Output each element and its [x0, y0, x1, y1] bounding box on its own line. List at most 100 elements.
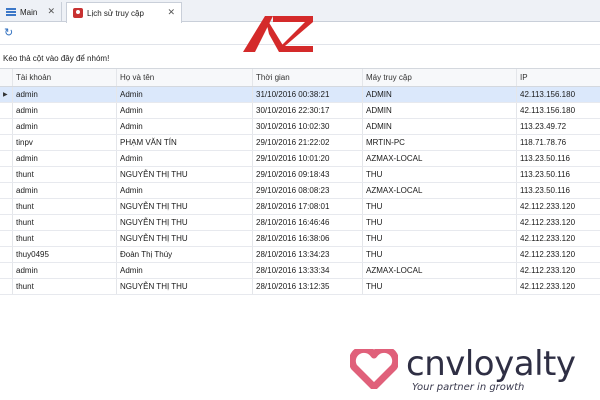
- cell-fullname: NGUYỄN THỊ THU: [116, 231, 252, 246]
- tab-main[interactable]: Main ✕: [0, 2, 62, 22]
- cell-fullname: Admin: [116, 263, 252, 278]
- cnvloyalty-logo: cnvloyalty Your partner in growth: [350, 345, 595, 395]
- cell-fullname: NGUYỄN THỊ THU: [116, 279, 252, 294]
- cell-account: admin: [12, 183, 116, 198]
- tab-main-label: Main: [20, 7, 38, 17]
- table-header: Tài khoản Họ và tên Thời gian Máy truy c…: [0, 69, 600, 87]
- az-logo: [243, 16, 313, 52]
- row-indicator: [0, 279, 12, 294]
- cell-machine: AZMAX-LOCAL: [362, 151, 516, 166]
- cell-account: admin: [12, 263, 116, 278]
- close-icon[interactable]: ✕: [167, 7, 175, 18]
- row-indicator: [0, 135, 12, 150]
- cell-fullname: Admin: [116, 87, 252, 102]
- cell-time: 30/10/2016 22:30:17: [252, 103, 362, 118]
- cell-account: thunt: [12, 279, 116, 294]
- heart-icon: [350, 349, 398, 389]
- row-indicator: [0, 199, 12, 214]
- access-history-table: Tài khoản Họ và tên Thời gian Máy truy c…: [0, 68, 600, 295]
- refresh-icon[interactable]: ↻: [4, 27, 16, 39]
- tab-access-history[interactable]: Lịch sử truy cập ✕: [66, 2, 182, 23]
- cell-machine: AZMAX-LOCAL: [362, 263, 516, 278]
- cell-ip: 113.23.50.116: [516, 183, 600, 198]
- table-row[interactable]: thunt NGUYỄN THỊ THU 28/10/2016 16:38:06 TH…: [0, 231, 600, 247]
- cell-time: 29/10/2016 10:01:20: [252, 151, 362, 166]
- cell-time: 28/10/2016 17:08:01: [252, 199, 362, 214]
- table-row[interactable]: admin Admin 30/10/2016 22:30:17 ADMIN 42.113…: [0, 103, 600, 119]
- cell-ip: 42.112.233.120: [516, 231, 600, 246]
- tab-access-history-label: Lịch sử truy cập: [87, 8, 144, 18]
- table-row[interactable]: thunt NGUYỄN THỊ THU 28/10/2016 13:12:35 TH…: [0, 279, 600, 295]
- cell-fullname: Admin: [116, 151, 252, 166]
- cell-ip: 42.112.233.120: [516, 247, 600, 262]
- cell-machine: THU: [362, 199, 516, 214]
- table-row[interactable]: thunt NGUYỄN THỊ THU 29/10/2016 09:18:43 TH…: [0, 167, 600, 183]
- cell-ip: 113.23.50.116: [516, 151, 600, 166]
- cell-fullname: Admin: [116, 103, 252, 118]
- cell-ip: 42.112.233.120: [516, 215, 600, 230]
- cell-machine: THU: [362, 231, 516, 246]
- close-icon[interactable]: ✕: [47, 6, 55, 17]
- table-row[interactable]: thuy0495 Đoàn Thị Thúy 28/10/2016 13:34:23…: [0, 247, 600, 263]
- cell-machine: THU: [362, 215, 516, 230]
- cell-time: 30/10/2016 10:02:30: [252, 119, 362, 134]
- cell-account: tinpv: [12, 135, 116, 150]
- table-row[interactable]: admin Admin 30/10/2016 10:02:30 ADMIN 113.23…: [0, 119, 600, 135]
- cell-ip: 42.112.233.120: [516, 279, 600, 294]
- row-indicator: [0, 247, 12, 262]
- row-indicator: [0, 167, 12, 182]
- group-by-hint: Kéo thả cột vào đây để nhóm!: [3, 54, 110, 63]
- cell-ip: 42.112.233.120: [516, 199, 600, 214]
- row-indicator: [0, 103, 12, 118]
- cell-machine: ADMIN: [362, 87, 516, 102]
- list-icon: [6, 7, 16, 17]
- row-indicator: [0, 119, 12, 134]
- row-indicator: [0, 215, 12, 230]
- cell-machine: ADMIN: [362, 103, 516, 118]
- cell-account: admin: [12, 151, 116, 166]
- cell-machine: THU: [362, 167, 516, 182]
- cell-account: thunt: [12, 199, 116, 214]
- cell-time: 29/10/2016 08:08:23: [252, 183, 362, 198]
- column-header-time[interactable]: Thời gian: [252, 69, 362, 86]
- table-body: ▶ admin Admin 31/10/2016 00:38:21 ADMIN 42.11…: [0, 87, 600, 295]
- table-row[interactable]: admin Admin 29/10/2016 10:01:20 AZMAX-LOCAL…: [0, 151, 600, 167]
- row-indicator: [0, 183, 12, 198]
- cell-ip: 42.112.233.120: [516, 263, 600, 278]
- table-row[interactable]: thunt NGUYỄN THỊ THU 28/10/2016 16:46:46 TH…: [0, 215, 600, 231]
- table-row[interactable]: thunt NGUYỄN THỊ THU 28/10/2016 17:08:01 TH…: [0, 199, 600, 215]
- cell-ip: 113.23.50.116: [516, 167, 600, 182]
- table-row[interactable]: admin Admin 29/10/2016 08:08:23 AZMAX-LOCAL…: [0, 183, 600, 199]
- cell-account: thuy0495: [12, 247, 116, 262]
- cell-fullname: NGUYỄN THỊ THU: [116, 215, 252, 230]
- table-row[interactable]: ▶ admin Admin 31/10/2016 00:38:21 ADMIN 42.11…: [0, 87, 600, 103]
- cell-fullname: Admin: [116, 119, 252, 134]
- cell-ip: 113.23.49.72: [516, 119, 600, 134]
- cell-time: 28/10/2016 16:38:06: [252, 231, 362, 246]
- cell-machine: AZMAX-LOCAL: [362, 183, 516, 198]
- table-row[interactable]: tinpv PHẠM VĂN TÍN 29/10/2016 21:22:02 MRTI…: [0, 135, 600, 151]
- column-header-ip[interactable]: IP: [516, 69, 600, 86]
- row-indicator: ▶: [3, 92, 8, 98]
- cell-time: 29/10/2016 09:18:43: [252, 167, 362, 182]
- cell-fullname: PHẠM VĂN TÍN: [116, 135, 252, 150]
- row-indicator: [0, 263, 12, 278]
- brand-tagline: Your partner in growth: [412, 382, 525, 393]
- cell-machine: MRTIN-PC: [362, 135, 516, 150]
- cell-fullname: NGUYỄN THỊ THU: [116, 167, 252, 182]
- row-indicator: [0, 151, 12, 166]
- table-row[interactable]: admin Admin 28/10/2016 13:33:34 AZMAX-LOCAL…: [0, 263, 600, 279]
- cell-account: admin: [12, 87, 116, 102]
- column-header-fullname[interactable]: Họ và tên: [116, 69, 252, 86]
- column-header-machine[interactable]: Máy truy cập: [362, 69, 516, 86]
- cell-ip: 42.113.156.180: [516, 87, 600, 102]
- cell-account: thunt: [12, 167, 116, 182]
- cell-machine: THU: [362, 279, 516, 294]
- cell-ip: 42.113.156.180: [516, 103, 600, 118]
- cell-account: admin: [12, 119, 116, 134]
- cell-ip: 118.71.78.76: [516, 135, 600, 150]
- column-header-account[interactable]: Tài khoản: [12, 69, 116, 86]
- cell-fullname: NGUYỄN THỊ THU: [116, 199, 252, 214]
- cell-time: 28/10/2016 13:12:35: [252, 279, 362, 294]
- cell-time: 31/10/2016 00:38:21: [252, 87, 362, 102]
